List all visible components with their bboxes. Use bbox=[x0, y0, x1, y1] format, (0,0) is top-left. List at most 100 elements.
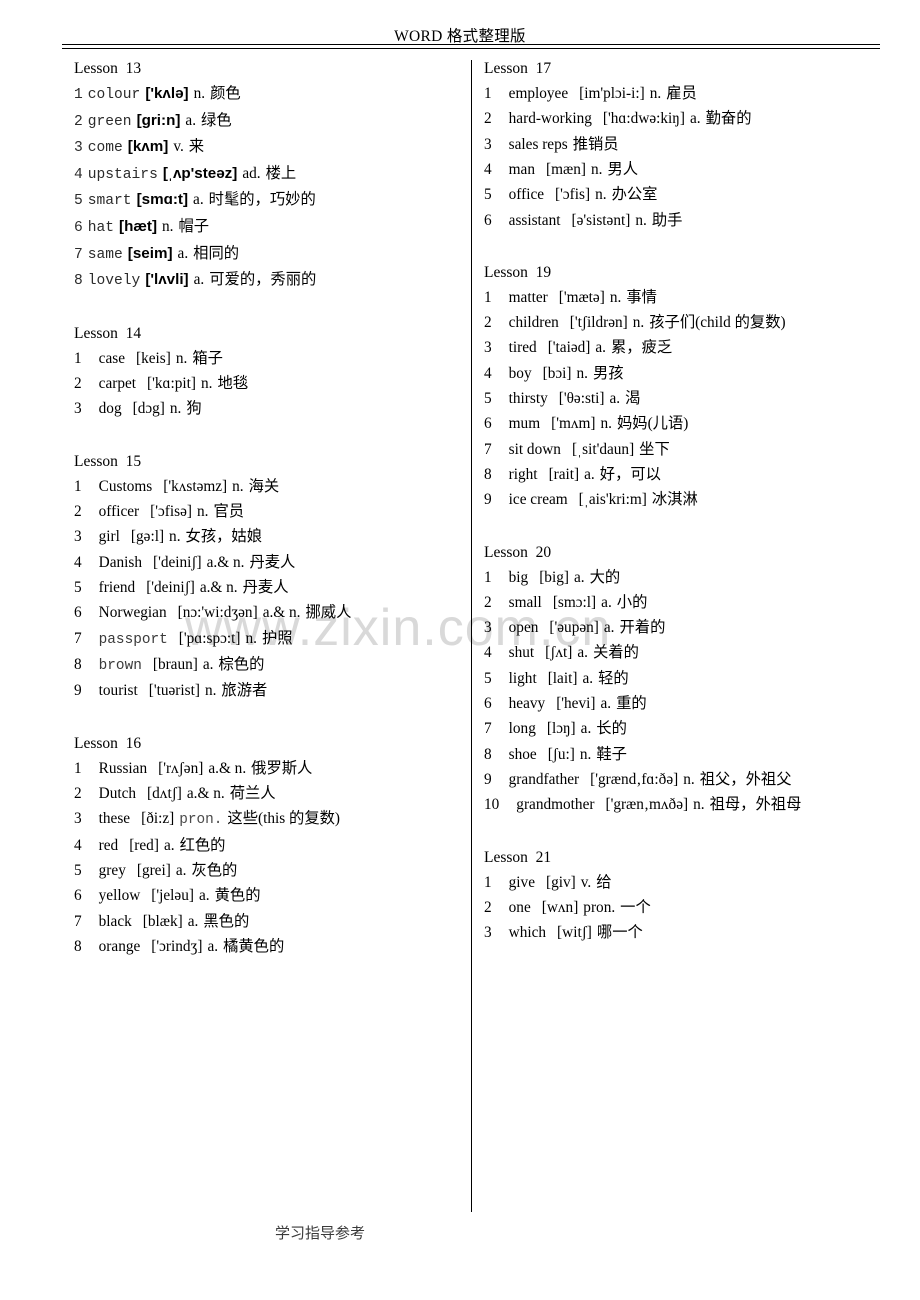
entry-number: 1 bbox=[74, 349, 82, 367]
entry-number: 8 bbox=[484, 745, 492, 763]
vocab-entry: 9 ice cream [ˌais'kri:m] 冰淇淋 bbox=[484, 492, 899, 508]
lesson-title: Lesson 21 bbox=[484, 848, 552, 866]
vocab-entry: 4 man [mæn] n. 男人 bbox=[484, 160, 899, 178]
entry-pronunciation: ['ɔfisə] bbox=[150, 503, 192, 521]
entry-number: 7 bbox=[484, 720, 492, 738]
entry-part-of-speech: n. bbox=[693, 796, 705, 814]
lesson-block: Lesson 15 1 Customs ['kʌstəmz] n. 海关 2 officer[… bbox=[74, 453, 459, 699]
entry-translation: 事情 bbox=[626, 288, 657, 306]
vocab-entry: 5 light [lait] a. 轻的 bbox=[484, 669, 899, 687]
entry-part-of-speech: n. bbox=[590, 160, 603, 178]
entry-part-of-speech: n. bbox=[193, 85, 206, 103]
entry-translation: 男人 bbox=[607, 160, 639, 178]
entry-pronunciation: [grei] bbox=[136, 862, 171, 880]
entry-part-of-speech: n. bbox=[245, 629, 257, 647]
page-footer: 学习指导参考 bbox=[0, 1222, 640, 1243]
vocab-entry: 1 colour ['kʌlə] n. 颜色 bbox=[74, 86, 459, 103]
entry-number: 3 bbox=[484, 339, 492, 357]
entry-number: 6 bbox=[74, 604, 82, 622]
entry-translation: 推销员 bbox=[572, 135, 619, 153]
entry-word: Norwegian bbox=[98, 604, 167, 622]
entry-word: tourist bbox=[98, 682, 138, 700]
entry-pronunciation: [seim] bbox=[127, 244, 173, 262]
entry-word: tired bbox=[508, 339, 537, 357]
lesson-gap bbox=[484, 518, 899, 544]
entry-number: 3 bbox=[484, 924, 492, 942]
entry-translation: 俄罗斯人 bbox=[251, 759, 313, 777]
entry-word: office bbox=[508, 186, 545, 204]
entry-number: 4 bbox=[74, 836, 82, 854]
entry-translation: 丹麦人 bbox=[249, 553, 296, 571]
lesson-block: Lesson 13 1 colour ['kʌlə] n. 颜色 2 green [gri:n]… bbox=[74, 60, 459, 289]
lesson-title: Lesson 14 bbox=[74, 324, 142, 342]
entry-number: 1 bbox=[484, 288, 492, 306]
entry-translation: 黄色的 bbox=[214, 887, 261, 905]
header-rule bbox=[62, 44, 880, 49]
entry-number: 6 bbox=[484, 211, 492, 229]
entry-part-of-speech: a. bbox=[573, 568, 585, 586]
lesson-title: Lesson 17 bbox=[484, 60, 552, 77]
entry-translation: 哪一个 bbox=[596, 924, 643, 942]
entry-word: black bbox=[98, 912, 132, 930]
entry-word: long bbox=[508, 720, 536, 738]
entry-word: smart bbox=[87, 193, 132, 210]
entry-pronunciation: ['kʌstəmz] bbox=[163, 477, 228, 495]
entry-pronunciation: [gə:l] bbox=[130, 528, 165, 546]
entry-word: lovely bbox=[87, 273, 141, 290]
entry-word: thirsty bbox=[508, 390, 548, 408]
vocab-entry: 2 Dutch [dʌtʃ] a.& n. 荷兰人 bbox=[74, 785, 459, 803]
entry-word: girl bbox=[98, 528, 120, 546]
entry-part-of-speech: n. bbox=[600, 415, 612, 433]
entry-part-of-speech: a. bbox=[202, 655, 214, 673]
entry-number: 4 bbox=[74, 166, 83, 183]
entry-translation: 祖母，外祖母 bbox=[709, 796, 802, 814]
entry-translation: 男孩 bbox=[592, 364, 624, 382]
entry-translation: 这些(this 的复数) bbox=[227, 810, 341, 828]
vocab-entry: 6 hat [hæt] n. 帽子 bbox=[74, 219, 459, 236]
entry-pronunciation: [lait] bbox=[547, 669, 578, 687]
entry-word: friend bbox=[98, 578, 136, 596]
entry-word: sit down bbox=[508, 440, 561, 458]
entry-pronunciation: [big] bbox=[539, 568, 569, 586]
entry-number: 4 bbox=[74, 553, 82, 571]
entry-part-of-speech: a.& n. bbox=[186, 785, 225, 803]
entry-word: assistant bbox=[508, 211, 561, 229]
entry-pronunciation: [lɔŋ] bbox=[546, 720, 576, 738]
entry-pronunciation: ['rʌʃən] bbox=[158, 759, 204, 777]
entry-translation: 荷兰人 bbox=[229, 785, 276, 803]
vocab-entry: 8 brown [braun] a. 棕色的 bbox=[74, 655, 459, 674]
entry-translation: 开着的 bbox=[619, 619, 666, 637]
entry-word: matter bbox=[508, 288, 548, 306]
entry-pronunciation: [mæn] bbox=[546, 160, 586, 178]
entry-word: light bbox=[508, 669, 537, 687]
entry-number: 10 bbox=[484, 796, 500, 814]
entry-pronunciation: [hæt] bbox=[119, 218, 158, 236]
entry-part-of-speech: ad. bbox=[242, 164, 261, 182]
entry-translation: 绿色 bbox=[201, 111, 232, 129]
page-header: WORD 格式整理版 bbox=[0, 24, 920, 46]
lesson-block: Lesson 20 1 big [big] a. 大的 2 small [smɔ:l] a. 小的 3… bbox=[484, 544, 899, 813]
entry-translation: 狗 bbox=[186, 400, 202, 418]
lesson-gap bbox=[74, 427, 459, 453]
vocab-entry: 1 big [big] a. 大的 bbox=[484, 568, 899, 586]
vocab-entry: 6 assistant [ə'sistənt] n. 助手 bbox=[484, 211, 899, 229]
entry-pronunciation: ['tuərist] bbox=[148, 682, 200, 700]
vocab-entry: 2 hard-working ['hɑ:dwə:kiŋ] a. 勤奋的 bbox=[484, 110, 899, 128]
entry-word: big bbox=[508, 568, 529, 586]
entry-word: heavy bbox=[508, 695, 546, 713]
entry-word: grandmother bbox=[516, 796, 595, 814]
entry-translation: 相同的 bbox=[193, 244, 240, 262]
entry-word: these bbox=[98, 810, 131, 828]
entry-word: right bbox=[508, 465, 538, 483]
entry-pronunciation: [smɔ:l] bbox=[552, 593, 597, 611]
entry-number: 2 bbox=[74, 503, 82, 521]
entry-part-of-speech: a. bbox=[689, 110, 701, 128]
entry-number: 5 bbox=[74, 862, 82, 880]
entry-translation: 妈妈(儿语) bbox=[616, 415, 689, 433]
entry-number: 5 bbox=[74, 578, 82, 596]
entry-translation: 勤奋的 bbox=[705, 110, 752, 128]
vocab-entry: 6 yellow ['jeləu] a. 黄色的 bbox=[74, 887, 459, 905]
vocab-entry: 1 give [giv] v. 给 bbox=[484, 874, 899, 890]
entry-part-of-speech: a. bbox=[193, 271, 205, 289]
entry-number: 1 bbox=[484, 85, 492, 103]
